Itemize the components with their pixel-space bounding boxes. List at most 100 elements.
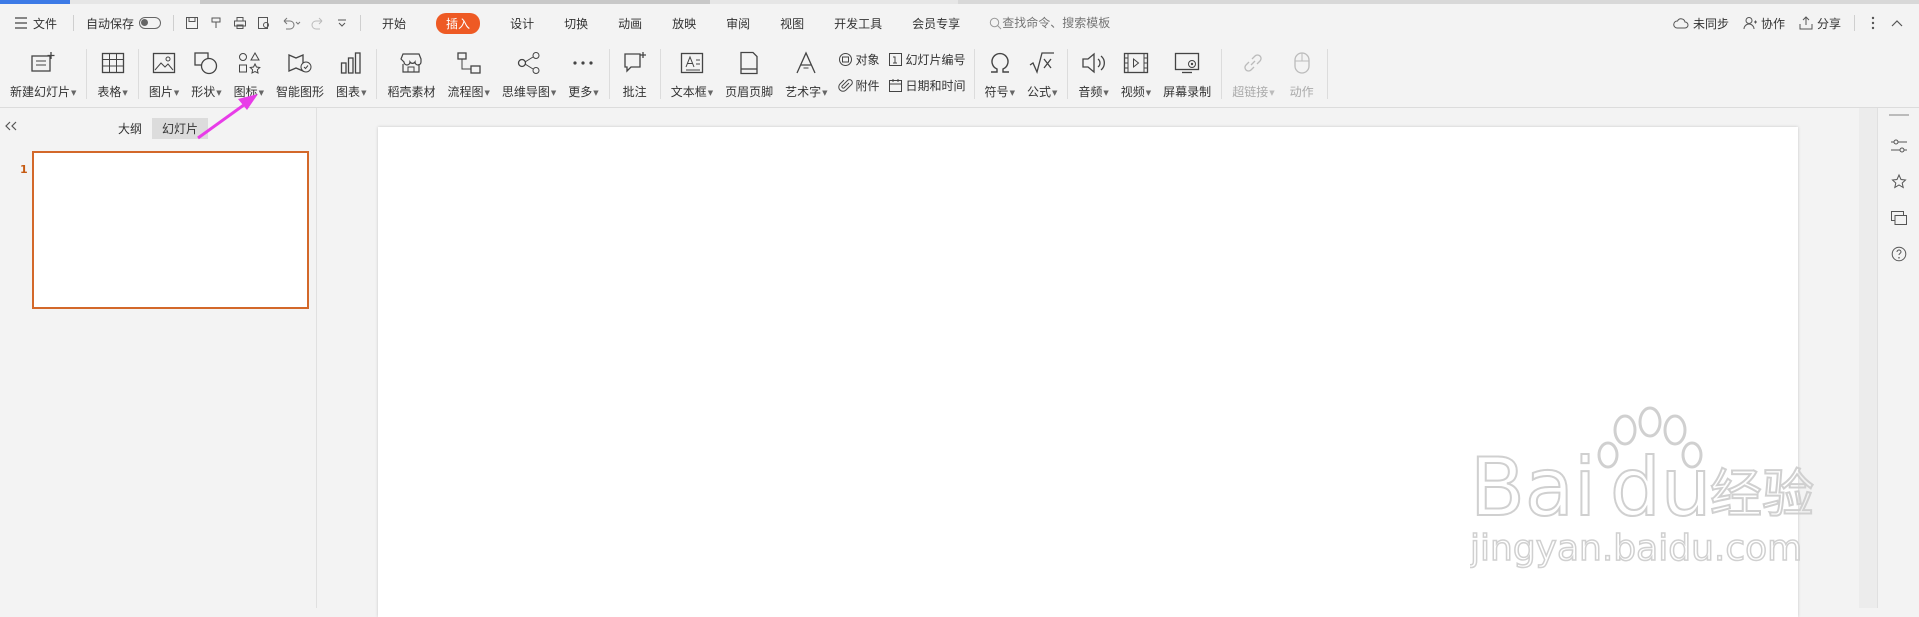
properties-button[interactable] <box>1887 134 1911 158</box>
tab-outline[interactable]: 大纲 <box>108 118 152 139</box>
tab-slideshow[interactable]: 放映 <box>657 4 711 42</box>
tab-developer-label: 开发工具 <box>834 16 883 31</box>
flowchart-button[interactable]: 流程图▼ <box>441 46 495 102</box>
hyperlink-button[interactable]: 超链接▼ <box>1226 46 1280 102</box>
tab-review[interactable]: 审阅 <box>711 4 765 42</box>
search-input[interactable] <box>1002 16 1143 30</box>
more-options-button[interactable] <box>1861 11 1885 35</box>
tab-member[interactable]: 会员专享 <box>897 4 975 42</box>
tab-slides[interactable]: 幻灯片 <box>152 118 209 139</box>
autosave-toggle[interactable]: 自动保存 <box>80 4 167 42</box>
tab-insert[interactable]: 插入 <box>421 4 495 42</box>
formula-button[interactable]: 公式▼ <box>1021 46 1063 102</box>
panel-tabs: 大纲 幻灯片 <box>108 118 209 139</box>
caret-down-icon: ▼ <box>361 88 367 97</box>
vertical-scrollbar[interactable] <box>1859 108 1877 608</box>
command-search[interactable] <box>989 16 1143 30</box>
caret-down-icon: ▼ <box>1103 88 1109 97</box>
chevron-up-icon <box>1891 20 1903 27</box>
tab-view[interactable]: 视图 <box>765 4 819 42</box>
tab-home[interactable]: 开始 <box>367 4 421 42</box>
right-sidebar <box>1877 108 1919 608</box>
mindmap-button[interactable]: 思维导图▼ <box>496 46 562 102</box>
attachment-button[interactable]: 附件 <box>837 74 880 96</box>
caret-down-icon: ▼ <box>484 88 490 97</box>
ribbon-toolbar: 新建幻灯片▼ 表格▼ 图片▼ 形状▼ 图标▼ 智能图形 图表▼ 稻壳素材 流程图… <box>0 42 1919 108</box>
slide-number-button[interactable]: 幻灯片编号 <box>888 48 966 70</box>
caret-down-icon: ▼ <box>593 88 599 97</box>
collapse-panel-button[interactable] <box>5 119 17 135</box>
slide-thumbnail[interactable] <box>32 151 309 309</box>
symbol-button[interactable]: 符号▼ <box>979 46 1021 102</box>
user-plus-icon <box>1743 17 1757 30</box>
audio-button[interactable]: 音频▼ <box>1072 46 1114 102</box>
smart-graphic-label: 智能图形 <box>276 85 325 99</box>
textbox-button[interactable]: 文本框▼ <box>665 46 719 102</box>
comment-icon <box>624 52 646 73</box>
animation-pane-button[interactable] <box>1887 170 1911 194</box>
tab-animations-label: 动画 <box>618 16 643 31</box>
print-preview-button[interactable] <box>252 11 276 35</box>
screen-record-button[interactable]: 屏幕录制 <box>1157 46 1217 102</box>
collab-label: 协作 <box>1760 16 1785 31</box>
wordart-button[interactable]: 艺术字▼ <box>779 46 833 102</box>
collapse-ribbon-button[interactable] <box>1885 11 1909 35</box>
slide-transition-button[interactable] <box>1887 206 1911 230</box>
tab-transitions[interactable]: 切换 <box>549 4 603 42</box>
divider <box>1854 15 1855 31</box>
double-chevron-left-icon <box>5 121 17 131</box>
tab-animations[interactable]: 动画 <box>603 4 657 42</box>
share-button[interactable]: 分享 <box>1792 15 1848 32</box>
smart-graphic-button[interactable]: 智能图形 <box>270 46 330 102</box>
help-button[interactable] <box>1887 242 1911 266</box>
search-icon <box>989 17 1002 29</box>
save-button[interactable] <box>180 11 204 35</box>
more-button[interactable]: 更多▼ <box>562 46 604 102</box>
picture-label: 图片 <box>148 85 173 99</box>
new-slide-button[interactable]: 新建幻灯片▼ <box>4 46 82 102</box>
chart-button[interactable]: 图表▼ <box>330 46 372 102</box>
caret-down-icon: ▼ <box>550 88 557 97</box>
docer-material-label: 稻壳素材 <box>387 85 436 99</box>
header-footer-button[interactable]: 页眉页脚 <box>719 46 779 102</box>
bar-chart-icon <box>341 52 361 74</box>
more-horizontal-icon <box>573 61 594 65</box>
shape-label: 形状 <box>191 85 216 99</box>
divider <box>1221 49 1223 99</box>
video-button[interactable]: 视频▼ <box>1115 46 1157 102</box>
slide-canvas[interactable] <box>378 127 1798 617</box>
table-button[interactable]: 表格▼ <box>91 46 133 102</box>
shape-button[interactable]: 形状▼ <box>185 46 227 102</box>
comment-button[interactable]: 批注 <box>614 46 656 102</box>
customize-quick-access-button[interactable] <box>330 11 354 35</box>
more-vertical-icon <box>1871 16 1875 30</box>
icon-library-button[interactable]: 图标▼ <box>228 46 270 102</box>
collaborate-button[interactable]: 协作 <box>1736 15 1792 32</box>
format-painter-button[interactable] <box>204 11 228 35</box>
autosave-label: 自动保存 <box>86 16 135 31</box>
file-menu-label: 文件 <box>33 16 58 31</box>
print-button[interactable] <box>228 11 252 35</box>
menu-bar: 文件 自动保存 开始 插入 设计 切换 动画 放映 审阅 视图 开发工具 会员专… <box>0 4 1919 42</box>
comment-label: 批注 <box>622 85 647 99</box>
tab-home-label: 开始 <box>382 16 407 31</box>
caret-down-icon: ▼ <box>822 88 828 97</box>
sync-status-button[interactable]: 未同步 <box>1666 15 1736 32</box>
docer-material-button[interactable]: 稻壳素材 <box>381 46 441 102</box>
action-label: 动作 <box>1289 85 1314 99</box>
action-button[interactable]: 动作 <box>1281 46 1323 102</box>
divider <box>137 49 139 99</box>
caret-down-icon: ▼ <box>707 88 714 97</box>
save-icon <box>186 17 199 29</box>
undo-button[interactable] <box>276 11 306 35</box>
datetime-button[interactable]: 日期和时间 <box>888 74 966 96</box>
object-attachment-group: 对象 附件 <box>834 46 884 98</box>
omega-icon <box>990 52 1009 73</box>
picture-button[interactable]: 图片▼ <box>143 46 185 102</box>
tab-design[interactable]: 设计 <box>495 4 549 42</box>
file-menu[interactable]: 文件 <box>0 4 67 42</box>
tab-developer[interactable]: 开发工具 <box>819 4 897 42</box>
tab-design-label: 设计 <box>510 16 535 31</box>
object-button[interactable]: 对象 <box>838 48 880 70</box>
redo-button[interactable] <box>306 11 330 35</box>
